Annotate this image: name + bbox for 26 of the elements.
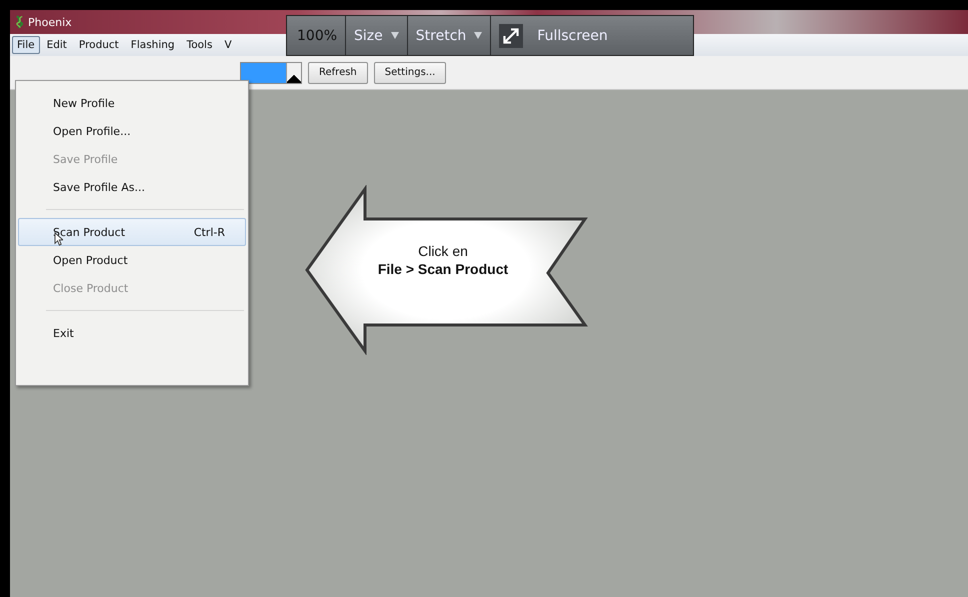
menu-entry[interactable]: Save Profile As... <box>18 173 246 201</box>
menu-entry[interactable]: Scan Product Ctrl-R <box>18 218 246 246</box>
menu-entry[interactable]: New Profile <box>18 89 246 117</box>
menu-item[interactable]: Flashing <box>126 36 180 54</box>
menu-item[interactable]: Product <box>74 36 124 54</box>
size-menu[interactable]: Size <box>354 28 383 44</box>
menu-item[interactable]: Tools <box>182 36 218 54</box>
menu-entry[interactable]: Open Product <box>18 246 246 274</box>
callout-text: Click en <box>418 243 468 259</box>
combo-box[interactable] <box>240 62 302 84</box>
app-icon <box>14 15 25 29</box>
caret-icon <box>390 32 399 39</box>
caret-icon <box>474 32 482 39</box>
callout-text: File > Scan Product <box>378 261 508 277</box>
toolbar-button[interactable]: Refresh <box>308 62 368 84</box>
fullscreen-button[interactable]: Fullscreen <box>537 28 608 44</box>
zoom-label: 100% <box>297 28 338 44</box>
menu-entry[interactable]: Exit <box>18 319 246 347</box>
window-title: Phoenix <box>28 16 72 28</box>
menu-item[interactable]: Edit <box>42 36 72 54</box>
menu-item[interactable]: File <box>12 36 40 54</box>
toolbar-button[interactable]: Settings... <box>374 62 446 84</box>
fullscreen-icon[interactable] <box>499 24 524 48</box>
menu-entry[interactable]: Open Profile... <box>18 117 246 145</box>
stretch-menu[interactable]: Stretch <box>416 28 466 44</box>
menu-item[interactable]: V <box>219 36 237 54</box>
